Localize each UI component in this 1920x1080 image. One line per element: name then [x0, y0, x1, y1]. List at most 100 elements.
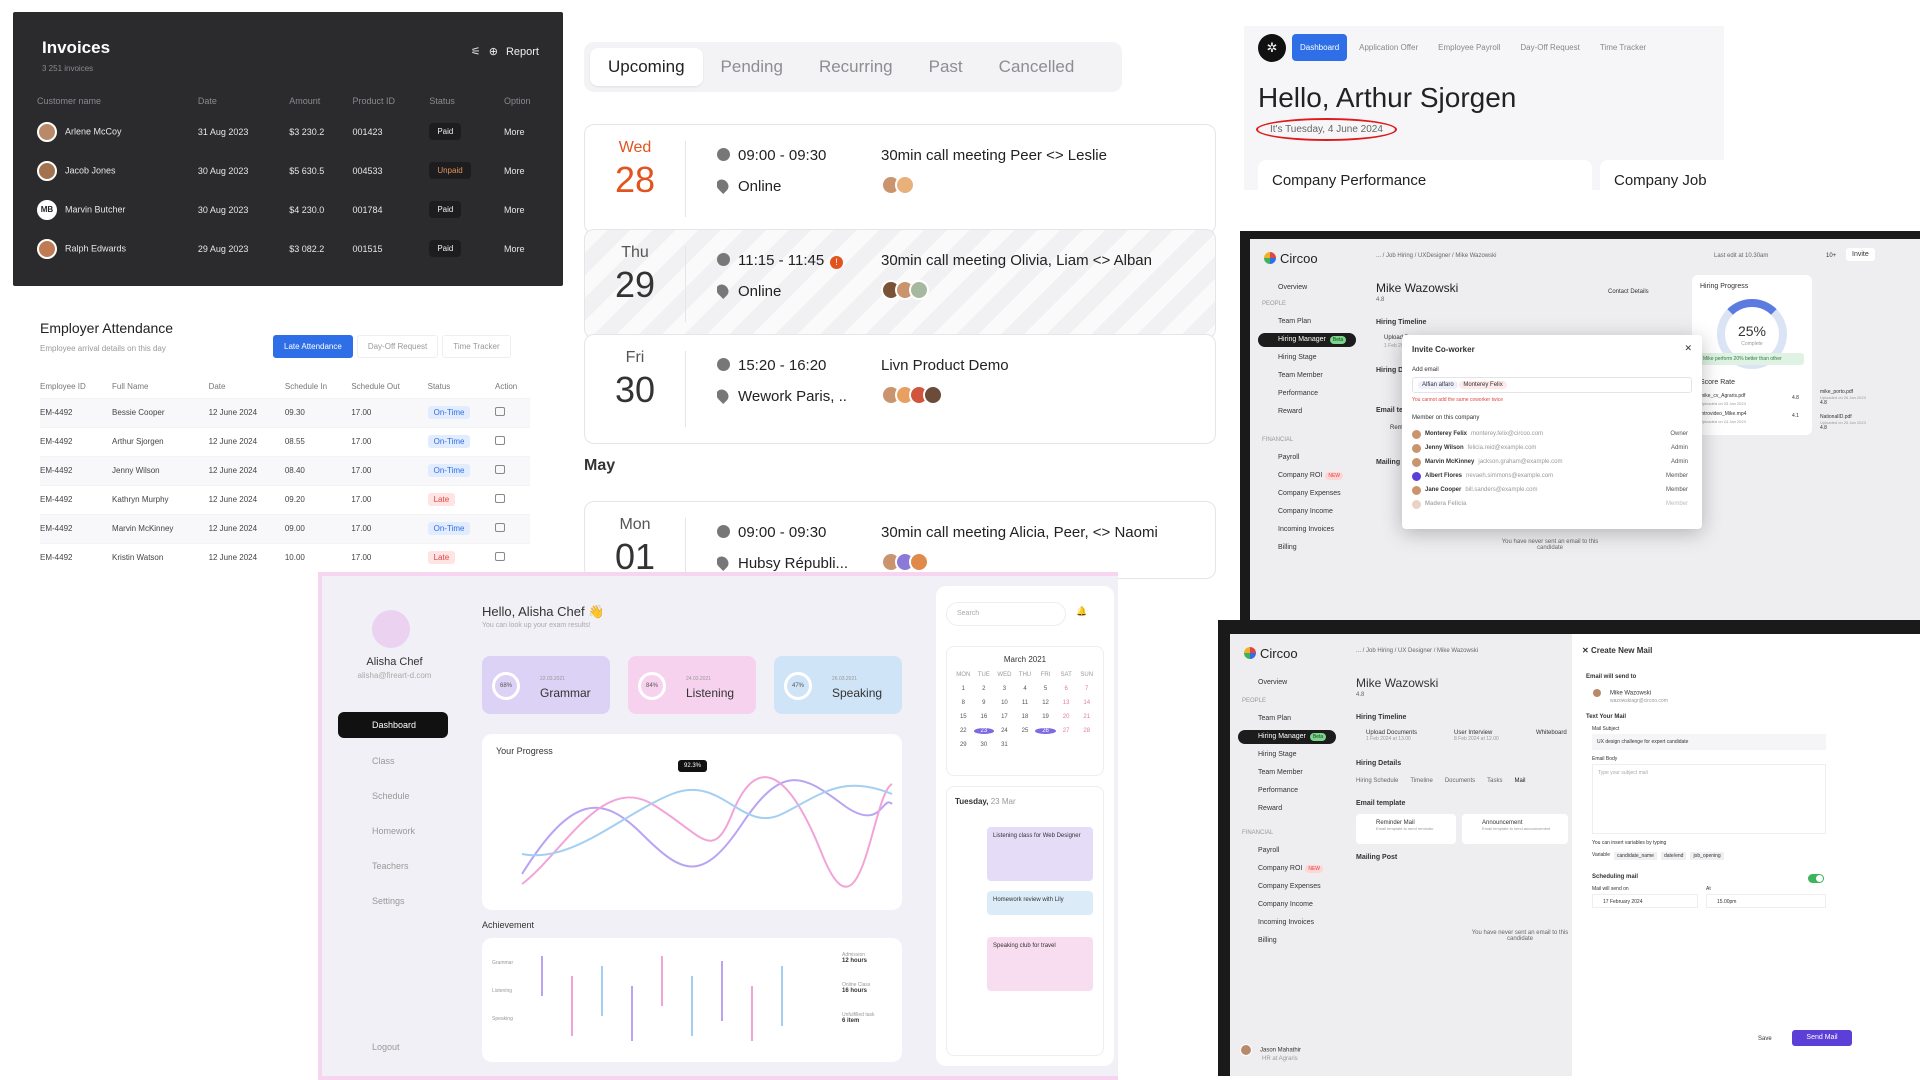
- calendar-day[interactable]: 22: [953, 728, 974, 734]
- breadcrumb[interactable]: ... / Job Hiring / UXDesigner / Mike Waz…: [1376, 253, 1496, 259]
- breadcrumb[interactable]: ... / Job Hiring / UX Designer / Mike Wa…: [1356, 648, 1478, 654]
- nav-performance[interactable]: Performance: [1258, 387, 1356, 400]
- nav-performance[interactable]: Performance: [1238, 784, 1336, 797]
- time-select[interactable]: 15.00pm: [1706, 894, 1826, 908]
- tab-timeline[interactable]: Timeline: [1410, 778, 1432, 784]
- member-row[interactable]: Jenny Wilson felicia.reid@example.com Admi…: [1412, 441, 1688, 455]
- more-link[interactable]: More: [504, 190, 552, 229]
- nav-dashboard[interactable]: Dashboard: [338, 712, 448, 738]
- nav-incoming-invoices[interactable]: Incoming Invoices: [1238, 916, 1336, 929]
- calendar-day[interactable]: 14: [1076, 700, 1097, 706]
- calendar-day[interactable]: 30: [974, 742, 995, 748]
- email-chip[interactable]: Alfian alfaro: [1418, 381, 1458, 389]
- calendar-day[interactable]: 20: [1056, 714, 1077, 720]
- calendar-day[interactable]: 12: [1035, 700, 1056, 706]
- message-icon[interactable]: [494, 436, 505, 445]
- subject-input[interactable]: UX design challenge for expert candidate: [1592, 734, 1826, 750]
- close-icon[interactable]: ✕: [1684, 343, 1692, 354]
- calendar-day[interactable]: 23: [973, 728, 995, 734]
- message-icon[interactable]: [494, 552, 505, 562]
- announcement-template[interactable]: Announcement Email template to send annou…: [1462, 814, 1568, 844]
- calendar-day[interactable]: 31: [994, 742, 1015, 748]
- file-name[interactable]: mike_cv_Agraris.pdf: [1700, 393, 1745, 399]
- nav-time-tracker[interactable]: Time Tracker: [1592, 34, 1654, 61]
- nav-class[interactable]: Class: [338, 748, 448, 774]
- nav-team-plan[interactable]: Team Plan: [1238, 712, 1336, 725]
- schedule-event[interactable]: Homework review with Lily: [987, 891, 1093, 915]
- current-user[interactable]: Jason Mahathir HR at Agraris: [1240, 1044, 1301, 1062]
- event-card[interactable]: Mon 01 09:00 - 09:30 Hubsy Républi... 30…: [584, 501, 1216, 579]
- message-icon[interactable]: [494, 465, 505, 474]
- nav-billing[interactable]: Billing: [1238, 934, 1336, 947]
- nav-team-plan[interactable]: Team Plan: [1258, 315, 1356, 328]
- nav-dashboard[interactable]: Dashboard: [1292, 34, 1348, 61]
- nav-hiring-manager[interactable]: Hiring Manager Beta: [1258, 333, 1356, 347]
- table-row[interactable]: MB Marvin Butcher 30 Aug 2023 $4 230.0 00178…: [37, 190, 552, 229]
- nav-company-income[interactable]: Company Income: [1258, 505, 1356, 518]
- calendar-day[interactable]: 13: [1056, 700, 1077, 706]
- nav-payroll[interactable]: Payroll: [1238, 844, 1336, 857]
- nav-payroll[interactable]: Payroll: [1258, 451, 1356, 464]
- calendar-day[interactable]: 26: [1035, 728, 1056, 734]
- member-row[interactable]: Monterey Felix monterey.felix@circoo.com O…: [1412, 427, 1688, 441]
- email-input[interactable]: Alfian alfaro Monterey Felix: [1412, 377, 1692, 393]
- contact-details-button[interactable]: Contact Details: [1608, 289, 1649, 295]
- invite-button[interactable]: Invite: [1846, 248, 1875, 261]
- save-button[interactable]: Save: [1758, 1036, 1772, 1042]
- table-row[interactable]: Ralph Edwards 29 Aug 2023 $3 082.2 001515 Pa…: [37, 229, 552, 268]
- nav-overview[interactable]: Overview: [1238, 676, 1336, 689]
- nav-company-roi[interactable]: Company ROI NEW: [1258, 469, 1356, 483]
- calendar-day[interactable]: 28: [1076, 728, 1097, 734]
- nav-employee-payroll[interactable]: Employee Payroll: [1430, 34, 1508, 61]
- nav-hiring-manager[interactable]: Hiring Manager Beta: [1238, 730, 1336, 744]
- calendar-day[interactable]: 19: [1035, 714, 1056, 720]
- file-name[interactable]: Introvideo_Mike.mp4: [1700, 411, 1746, 417]
- event-card[interactable]: Wed 28 09:00 - 09:30 Online 30min call m…: [584, 124, 1216, 234]
- search-input[interactable]: Search: [946, 602, 1066, 626]
- calendar-day[interactable]: 6: [1056, 686, 1077, 692]
- tab-pending[interactable]: Pending: [703, 48, 801, 86]
- nav-day-off-request[interactable]: Day-Off Request: [1512, 34, 1587, 61]
- tab-tasks[interactable]: Tasks: [1487, 778, 1502, 784]
- nav-company-roi[interactable]: Company ROI NEW: [1238, 862, 1336, 876]
- more-link[interactable]: More: [504, 112, 552, 151]
- calendar-day[interactable]: 11: [1015, 700, 1036, 706]
- calendar-day[interactable]: 1: [953, 686, 974, 692]
- nav-company-expenses[interactable]: Company Expenses: [1238, 880, 1336, 893]
- calendar-day[interactable]: 27: [1056, 728, 1077, 734]
- bell-icon[interactable]: 🔔: [1076, 606, 1087, 617]
- tab-hiring-schedule[interactable]: Hiring Schedule: [1356, 778, 1398, 784]
- nav-reward[interactable]: Reward: [1258, 405, 1356, 418]
- table-row[interactable]: Jacob Jones 30 Aug 2023 $5 630.5 004533 Unpa…: [37, 151, 552, 190]
- tab-recurring[interactable]: Recurring: [801, 48, 911, 86]
- exam-card[interactable]: 68% 22.03.2021 Grammar: [482, 656, 610, 714]
- nav-company-expenses[interactable]: Company Expenses: [1258, 487, 1356, 500]
- calendar-day[interactable]: 18: [1015, 714, 1036, 720]
- nav-billing[interactable]: Billing: [1258, 541, 1356, 554]
- nav-application-offer[interactable]: Application Offer: [1351, 34, 1426, 61]
- calendar-day[interactable]: 24: [994, 728, 1015, 734]
- calendar-day[interactable]: 5: [1035, 686, 1056, 692]
- calendar-day[interactable]: 7: [1076, 686, 1097, 692]
- close-icon[interactable]: ✕: [1582, 646, 1591, 655]
- calendar-day[interactable]: 10: [994, 700, 1015, 706]
- nav-team-member[interactable]: Team Member: [1238, 766, 1336, 779]
- tab-upcoming[interactable]: Upcoming: [590, 48, 703, 86]
- calendar-day[interactable]: 8: [953, 700, 974, 706]
- message-icon[interactable]: [494, 494, 505, 503]
- tab-mail[interactable]: Mail: [1515, 778, 1526, 784]
- nav-incoming-invoices[interactable]: Incoming Invoices: [1258, 523, 1356, 536]
- nav-company-income[interactable]: Company Income: [1238, 898, 1336, 911]
- nav-overview[interactable]: Overview: [1258, 281, 1356, 294]
- schedule-event[interactable]: Speaking club for travel: [987, 937, 1093, 991]
- nav-team-member[interactable]: Team Member: [1258, 369, 1356, 382]
- table-row[interactable]: Arlene McCoy 31 Aug 2023 $3 230.2 001423 Pai…: [37, 112, 552, 151]
- calendar-day[interactable]: 3: [994, 686, 1015, 692]
- variable-chip[interactable]: candidate_name: [1613, 852, 1657, 860]
- tab-time-tracker[interactable]: Time Tracker: [442, 335, 511, 358]
- company-job-card[interactable]: Company Job Le: [1600, 160, 1724, 190]
- more-link[interactable]: More: [504, 229, 552, 268]
- exam-card[interactable]: 84% 24.03.2021 Listening: [628, 656, 756, 714]
- nav-teachers[interactable]: Teachers: [338, 853, 448, 879]
- reminder-template[interactable]: Reminder Mail Email template to send remi…: [1356, 814, 1456, 844]
